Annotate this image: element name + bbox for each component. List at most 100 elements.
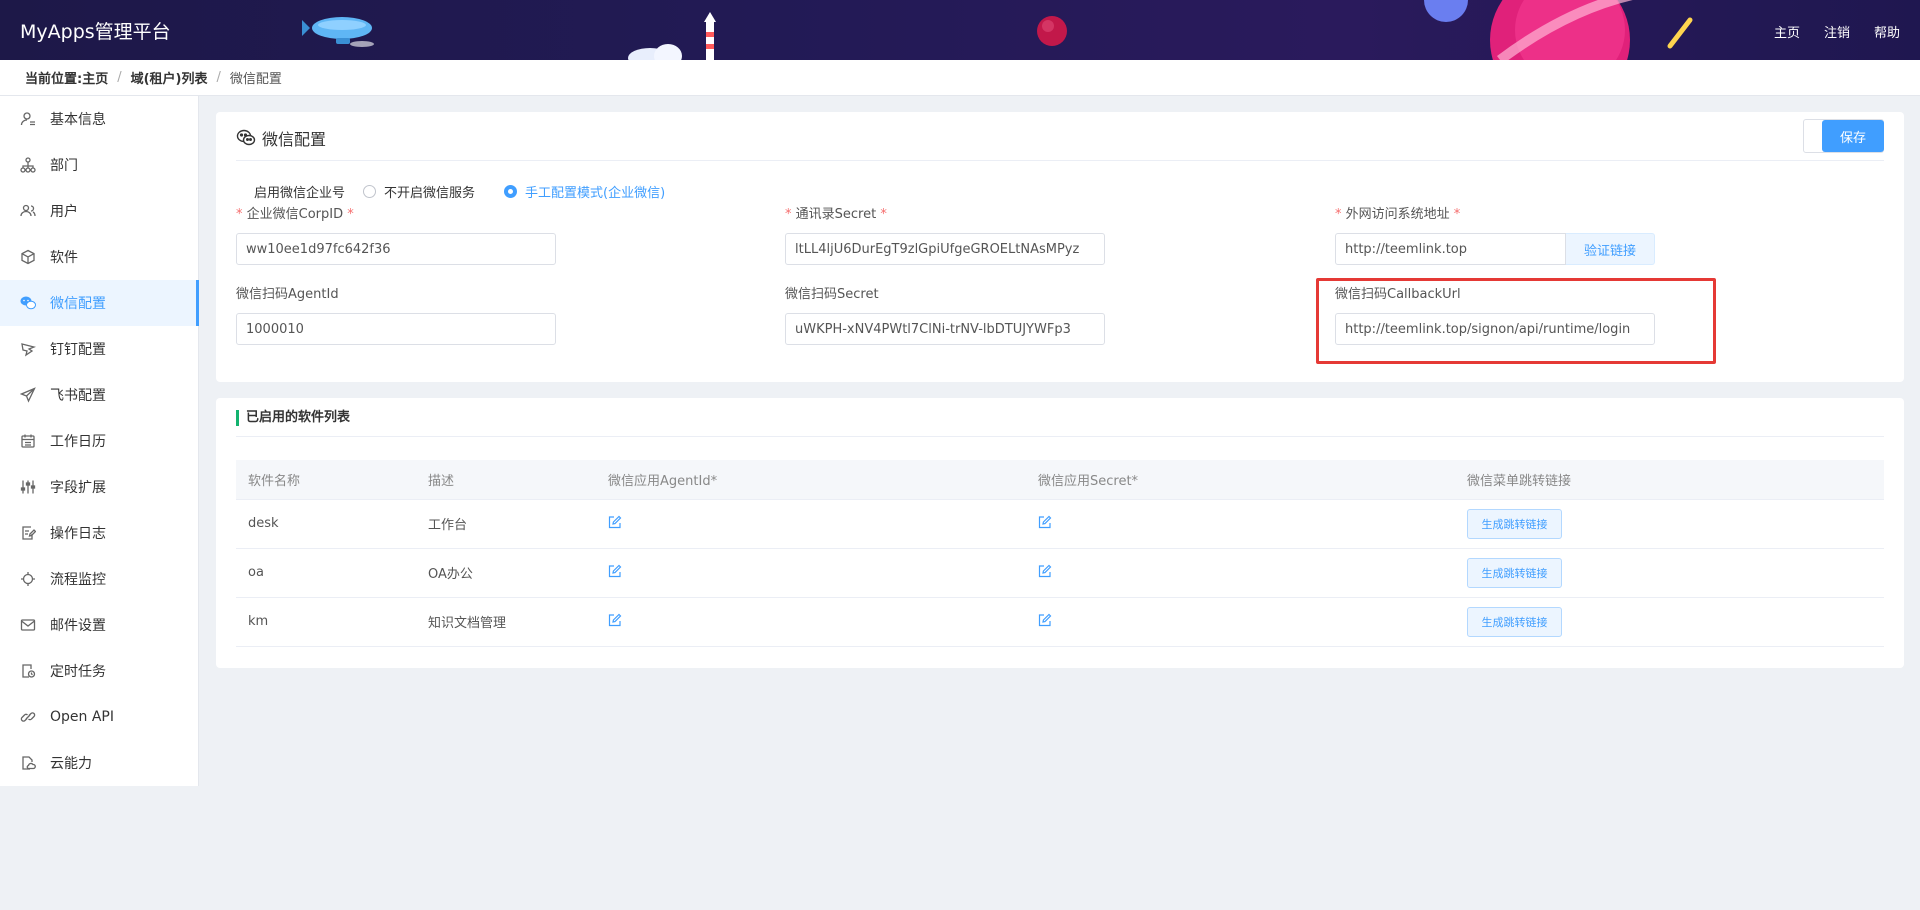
table-row: oa OA办公 生成跳转链接: [236, 548, 1884, 598]
software-name-cell: desk: [236, 499, 416, 549]
external-url-input[interactable]: [1335, 233, 1566, 265]
paper-plane-icon: [20, 387, 36, 403]
sidebar-item-field-extension[interactable]: 字段扩展: [0, 464, 198, 510]
planet-small-illustration: [1037, 16, 1067, 46]
sidebar-item-wechat-config[interactable]: 微信配置: [0, 280, 199, 326]
software-name-cell: km: [236, 597, 416, 647]
sidebar-item-department[interactable]: 部门: [0, 142, 198, 188]
user-info-icon: [20, 111, 36, 127]
sidebar-item-label: Open API: [50, 709, 114, 725]
section-divider: [236, 436, 1884, 437]
dingtalk-icon: [20, 341, 36, 357]
contacts-secret-input[interactable]: [785, 233, 1105, 265]
software-desc-cell: OA办公: [416, 548, 596, 598]
edit-icon[interactable]: [608, 515, 622, 529]
generate-link-button[interactable]: 生成跳转链接: [1467, 606, 1562, 637]
breadcrumb-separator: /: [216, 70, 221, 85]
sidebar: 基本信息 部门 用户 软件 微信配置 钉钉配置 飞书配置 工作日历 字段扩展 操…: [0, 96, 199, 786]
breadcrumb: 当前位置: 主页 / 域(租户)列表 / 微信配置: [0, 60, 1920, 96]
wechat-icon: [236, 129, 256, 146]
monitor-icon: [20, 571, 36, 587]
edit-icon[interactable]: [1038, 515, 1052, 529]
edit-icon[interactable]: [1038, 564, 1052, 578]
callback-url-label: 微信扫码CallbackUrl: [1335, 287, 1461, 302]
radio-label: 不开启微信服务: [384, 186, 476, 201]
home-link[interactable]: 主页: [1774, 22, 1800, 41]
external-url-label: * 外网访问系统地址 *: [1335, 207, 1461, 222]
log-edit-icon: [20, 525, 36, 541]
sidebar-item-users[interactable]: 用户: [0, 188, 198, 234]
header-links: 主页 注销 帮助: [1774, 22, 1900, 41]
radio-circle: [504, 185, 518, 198]
software-name-cell: oa: [236, 548, 416, 598]
breadcrumb-domain-list[interactable]: 域(租户)列表: [131, 68, 208, 87]
breadcrumb-current: 微信配置: [229, 72, 282, 87]
sidebar-item-process-monitor[interactable]: 流程监控: [0, 556, 198, 602]
users-icon: [20, 203, 36, 219]
save-button[interactable]: 保存: [1822, 120, 1884, 152]
column-header-name: 软件名称: [236, 460, 416, 500]
breadcrumb-home[interactable]: 主页: [82, 68, 108, 87]
help-link[interactable]: 帮助: [1874, 22, 1900, 41]
wechat-enable-row: 启用微信企业号 不开启微信服务 手工配置模式(企业微信): [254, 182, 694, 201]
sidebar-item-dingtalk-config[interactable]: 钉钉配置: [0, 326, 198, 372]
page-title: 微信配置: [262, 130, 327, 149]
edit-icon[interactable]: [608, 564, 622, 578]
sidebar-item-label: 部门: [50, 158, 78, 174]
table-header-row: 软件名称 描述 微信应用AgentId* 微信应用Secret* 微信菜单跳转链…: [236, 460, 1884, 500]
sidebar-item-scheduled-tasks[interactable]: 定时任务: [0, 648, 198, 694]
clock-doc-icon: [20, 663, 36, 679]
scan-secret-input[interactable]: [785, 313, 1105, 345]
link-icon: [20, 709, 36, 725]
table-row: km 知识文档管理 生成跳转链接: [236, 597, 1884, 647]
enable-label: 启用微信企业号: [254, 186, 346, 201]
radio-manual-config[interactable]: 手工配置模式(企业微信): [504, 182, 665, 201]
edit-icon[interactable]: [1038, 613, 1052, 627]
section-title: 已启用的软件列表: [236, 410, 350, 426]
sidebar-item-operation-log[interactable]: 操作日志: [0, 510, 198, 556]
sidebar-item-label: 软件: [50, 250, 78, 266]
blimp-illustration: [302, 17, 374, 47]
sidebar-item-work-calendar[interactable]: 工作日历: [0, 418, 198, 464]
top-header: MyApps管理平台 主页 注销 帮助: [0, 0, 1920, 60]
enabled-software-card: 已启用的软件列表 软件名称 描述 微信应用AgentId* 微信应用Secret…: [216, 398, 1904, 668]
sidebar-item-feishu-config[interactable]: 飞书配置: [0, 372, 198, 418]
edit-icon[interactable]: [608, 613, 622, 627]
sidebar-item-cloud-ability[interactable]: 云能力: [0, 740, 198, 786]
planet-large-illustration: [1424, 0, 1693, 60]
calendar-icon: [20, 433, 36, 449]
corp-id-input[interactable]: [236, 233, 556, 265]
cube-icon: [20, 249, 36, 265]
generate-link-button[interactable]: 生成跳转链接: [1467, 508, 1562, 539]
verify-link-button[interactable]: 验证链接: [1566, 233, 1655, 265]
software-desc-cell: 知识文档管理: [416, 597, 596, 647]
agent-id-label: 微信扫码AgentId: [236, 287, 339, 302]
radio-disable-wechat[interactable]: 不开启微信服务: [363, 182, 475, 201]
sidebar-item-label: 飞书配置: [50, 388, 106, 404]
sidebar-item-label: 工作日历: [50, 434, 106, 450]
mail-icon: [20, 617, 36, 633]
sliders-icon: [20, 479, 36, 495]
corp-id-label: * 企业微信CorpID *: [236, 207, 354, 222]
sidebar-item-label: 流程监控: [50, 572, 106, 588]
generate-link-button[interactable]: 生成跳转链接: [1467, 557, 1562, 588]
sidebar-item-label: 基本信息: [50, 112, 106, 128]
sidebar-item-open-api[interactable]: Open API: [0, 694, 198, 740]
agent-id-input[interactable]: [236, 313, 556, 345]
sidebar-item-label: 云能力: [50, 756, 92, 772]
app-title: MyApps管理平台: [20, 21, 171, 43]
sidebar-item-software[interactable]: 软件: [0, 234, 198, 280]
column-header-menu-link: 微信菜单跳转链接: [1455, 460, 1884, 500]
radio-circle: [363, 185, 377, 198]
logout-link[interactable]: 注销: [1824, 22, 1850, 41]
column-header-agent-id: 微信应用AgentId*: [596, 460, 1026, 500]
sidebar-item-basic-info[interactable]: 基本信息: [0, 96, 198, 142]
column-header-secret: 微信应用Secret*: [1026, 460, 1455, 500]
sidebar-item-mail-settings[interactable]: 邮件设置: [0, 602, 198, 648]
card-divider: [236, 160, 1884, 161]
cloud-icon: [20, 755, 36, 771]
software-desc-cell: 工作台: [416, 499, 596, 549]
org-chart-icon: [20, 157, 36, 173]
callback-url-input[interactable]: [1335, 313, 1655, 345]
contacts-secret-label: * 通讯录Secret *: [785, 207, 887, 222]
